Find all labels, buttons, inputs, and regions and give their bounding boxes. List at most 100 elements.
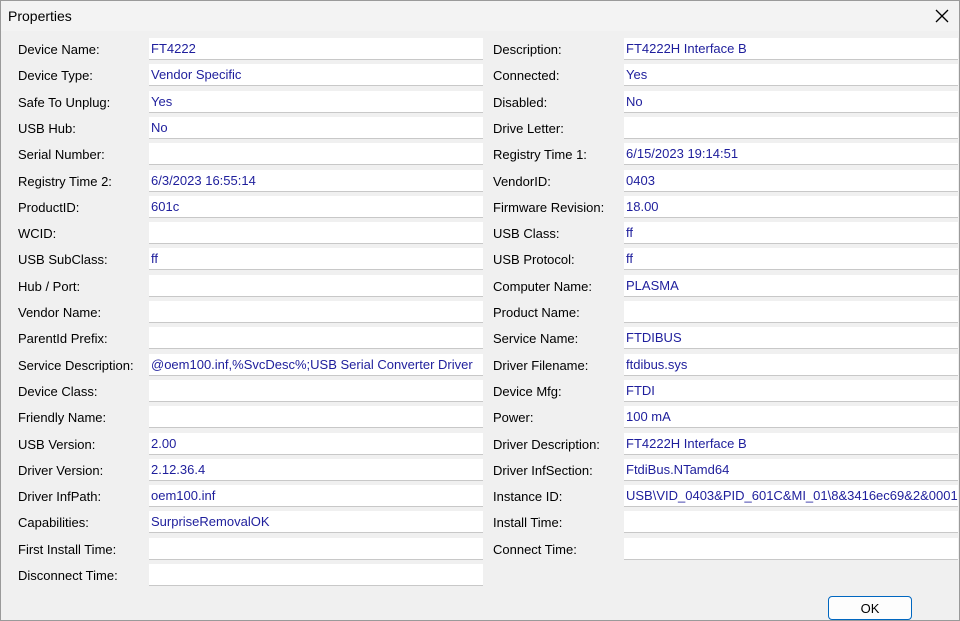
property-label: USB Hub: <box>18 120 76 136</box>
property-value-field[interactable]: FT4222 <box>149 38 483 60</box>
property-row: Vendor Name: Product Name: <box>1 300 959 326</box>
property-value-field[interactable]: 2.12.36.4 <box>149 458 483 481</box>
property-row: Driver Version: 2.12.36.4 Driver InfSectio… <box>1 458 959 484</box>
property-row: Service Description: @oem100.inf,%SvcDesc… <box>1 353 959 379</box>
property-label: Vendor Name: <box>18 305 102 320</box>
property-label: USB Class: <box>493 226 560 242</box>
property-label: USB SubClass: <box>18 252 108 268</box>
property-value-field[interactable] <box>624 537 958 560</box>
property-value-field[interactable]: Vendor Specific <box>149 64 483 87</box>
property-value-field[interactable]: oem100.inf <box>149 485 483 508</box>
property-value-field[interactable]: 18.00 <box>624 195 958 218</box>
property-label: Registry Time 2: <box>18 173 112 189</box>
property-value-field[interactable]: No <box>149 116 483 139</box>
property-value-field[interactable]: USB\VID_0403&PID_601C&MI_01\8&3416ec69&2… <box>624 485 958 508</box>
property-row: USB Version: 2.00 Driver Description: FT422… <box>1 432 959 458</box>
property-value-field[interactable] <box>624 511 958 534</box>
property-value-field[interactable] <box>624 301 958 323</box>
property-label: ParentId Prefix: <box>18 331 108 347</box>
property-value-field[interactable]: 0403 <box>624 169 958 192</box>
property-value-field[interactable]: ff <box>149 248 483 271</box>
property-row: Serial Number: Registry Time 1: 6/15/2023 … <box>1 142 959 168</box>
property-value-field[interactable]: FTDI <box>624 379 958 402</box>
property-row: Hub / Port: Computer Name: PLASMA <box>1 274 959 300</box>
property-row: Safe To Unplug: Yes Disabled: No <box>1 90 959 116</box>
property-label: Instance ID: <box>493 489 563 505</box>
property-label: Driver Description: <box>493 436 600 452</box>
property-value-field[interactable] <box>149 537 483 560</box>
property-value-field[interactable] <box>149 274 483 297</box>
property-value-field[interactable]: 100 mA <box>624 406 958 429</box>
property-value-field[interactable]: FtdiBus.NTamd64 <box>624 458 958 481</box>
property-row: Registry Time 2: 6/3/2023 16:55:14 VendorI… <box>1 169 959 195</box>
property-label: Connect Time: <box>493 541 577 557</box>
property-label: Drive Letter: <box>493 120 564 136</box>
property-value-field[interactable]: FT4222H Interface B <box>624 432 958 455</box>
property-label: USB Version: <box>18 436 96 452</box>
property-value-field[interactable]: Yes <box>624 64 958 87</box>
property-label: WCID: <box>18 226 57 242</box>
property-value-field[interactable] <box>149 222 483 245</box>
property-label: First Install Time: <box>18 541 117 557</box>
title-bar[interactable]: Properties <box>1 1 959 31</box>
property-label: Service Description: <box>18 357 134 373</box>
property-value-field[interactable] <box>149 327 483 350</box>
property-value-field[interactable]: ff <box>624 222 958 245</box>
property-value-field[interactable]: FTDIBUS <box>624 327 958 350</box>
property-label: Registry Time 1: <box>493 147 587 163</box>
property-value-field[interactable]: 6/15/2023 19:14:51 <box>624 143 958 166</box>
property-label: Install Time: <box>493 515 563 531</box>
property-row: Driver InfPath: oem100.inf Instance ID: USB… <box>1 484 959 510</box>
property-label: Computer Name: <box>493 278 592 294</box>
property-label: USB Protocol: <box>493 252 575 268</box>
property-value-field[interactable]: SurpriseRemovalOK <box>149 511 483 534</box>
property-row: Device Class: Device Mfg: FTDI <box>1 379 959 405</box>
window-title: Properties <box>8 8 72 24</box>
property-value-field[interactable]: Yes <box>149 90 483 113</box>
property-label: Hub / Port: <box>18 278 81 294</box>
property-label: ProductID: <box>18 199 80 215</box>
property-row: USB SubClass: ff USB Protocol: ff <box>1 247 959 273</box>
property-row: WCID: USB Class: ff <box>1 221 959 247</box>
property-value-field[interactable]: 601c <box>149 195 483 218</box>
property-label: Device Type: <box>18 68 93 84</box>
property-row: Disconnect Time: <box>1 563 959 589</box>
property-value-field[interactable]: 6/3/2023 16:55:14 <box>149 169 483 192</box>
property-row: ParentId Prefix: Service Name: FTDIBUS <box>1 326 959 352</box>
property-label: Disconnect Time: <box>18 568 118 583</box>
property-label: Device Class: <box>18 383 98 399</box>
property-value-field[interactable] <box>149 301 483 323</box>
property-value-field[interactable] <box>149 379 483 402</box>
property-value-field[interactable] <box>624 116 958 139</box>
property-value-field[interactable]: @oem100.inf,%SvcDesc%;USB Serial Convert… <box>149 353 483 376</box>
property-label: Service Name: <box>493 331 579 347</box>
property-label: Description: <box>493 42 562 57</box>
ok-button[interactable]: OK <box>828 596 912 620</box>
property-row: Capabilities: SurpriseRemovalOK Install Ti… <box>1 510 959 536</box>
property-value-field[interactable] <box>149 564 483 586</box>
property-label: Safe To Unplug: <box>18 94 111 110</box>
property-value-field[interactable]: ftdibus.sys <box>624 353 958 376</box>
property-label: Power: <box>493 410 534 426</box>
property-value-field[interactable]: ff <box>624 248 958 271</box>
properties-dialog: Properties Device Name: FT4222 Description… <box>0 0 960 621</box>
property-label: Driver InfSection: <box>493 462 593 478</box>
property-label: Device Mfg: <box>493 383 562 399</box>
property-value-field[interactable] <box>149 143 483 166</box>
property-value-field[interactable]: 2.00 <box>149 432 483 455</box>
property-value-field[interactable]: PLASMA <box>624 274 958 297</box>
property-value-field[interactable]: FT4222H Interface B <box>624 38 958 60</box>
property-label: Device Name: <box>18 42 100 57</box>
property-label: Driver Version: <box>18 462 104 478</box>
close-button[interactable] <box>925 1 959 31</box>
property-row: ProductID: 601c Firmware Revision: 18.00 <box>1 195 959 221</box>
property-label: VendorID: <box>493 173 551 189</box>
property-label: Disabled: <box>493 94 548 110</box>
property-value-field[interactable]: No <box>624 90 958 113</box>
property-label: Capabilities: <box>18 515 89 531</box>
property-label: Connected: <box>493 68 560 84</box>
property-row: Device Type: Vendor Specific Connected: Yes <box>1 63 959 89</box>
property-value-field[interactable] <box>149 406 483 429</box>
property-row: Device Name: FT4222 Description: FT4222H In… <box>1 37 959 63</box>
property-row: Friendly Name: Power: 100 mA <box>1 405 959 431</box>
